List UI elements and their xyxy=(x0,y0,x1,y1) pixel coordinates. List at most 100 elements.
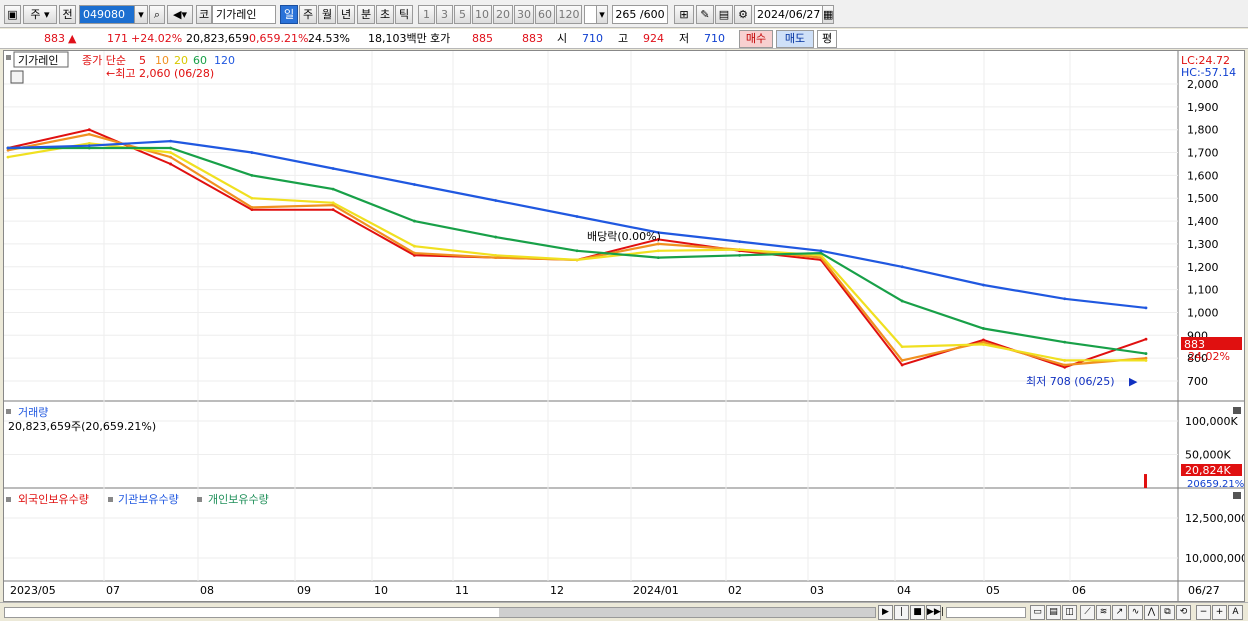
grid-lines xyxy=(4,51,1178,581)
hoga-label: 호가 xyxy=(430,32,451,45)
draw-tool-icon[interactable]: ✎ xyxy=(696,5,714,24)
code-prefix-button[interactable]: 코 xyxy=(196,5,212,24)
ma-point-5 xyxy=(1144,337,1148,341)
ma-point-60 xyxy=(413,219,416,223)
interval-120[interactable]: 120 xyxy=(556,5,582,24)
x-axis-tick: 06/27 xyxy=(1188,584,1220,597)
volume-title[interactable]: 거래량 xyxy=(18,406,48,419)
interval-5[interactable]: 5 xyxy=(454,5,471,24)
ma-point-10 xyxy=(250,205,254,209)
holding-legend-individual[interactable]: 개인보유수량 xyxy=(208,493,269,506)
horizontal-scroll-track[interactable] xyxy=(4,607,876,618)
count-display[interactable]: 265 /600 xyxy=(612,5,668,24)
prev-button[interactable]: 전 xyxy=(59,5,76,24)
scroll-play-button[interactable]: ▶ xyxy=(878,605,893,620)
ma-legend-label[interactable]: 종가 단순 xyxy=(82,54,126,67)
x-axis-tick: 05 xyxy=(986,584,1000,597)
table-icon[interactable] xyxy=(10,70,24,84)
zoom-out-icon[interactable]: − xyxy=(1196,605,1211,620)
text-size-icon[interactable]: A xyxy=(1228,605,1243,620)
price-y-tick: 1,800 xyxy=(1187,124,1219,137)
save-icon[interactable]: ▤ xyxy=(715,5,733,24)
ma-legend-20[interactable]: 20 xyxy=(174,54,188,67)
holding-legend-bullet-3 xyxy=(197,497,202,502)
ma-legend-5[interactable]: 5 xyxy=(139,54,146,67)
sell-button[interactable]: 매도 xyxy=(776,30,814,48)
interval-60[interactable]: 60 xyxy=(535,5,555,24)
ma-point-10 xyxy=(169,155,172,159)
volume-close-icon[interactable] xyxy=(1233,407,1241,414)
ma-point-10 xyxy=(87,132,91,136)
custom-interval-dropdown-icon[interactable]: ▾ xyxy=(596,5,608,24)
layout-icon-3[interactable]: ◫ xyxy=(1062,605,1077,620)
trend-tool-icon[interactable]: ↗ xyxy=(1112,605,1127,620)
layout-icon-1[interactable]: ▭ xyxy=(1030,605,1045,620)
gear-icon[interactable]: ⚙ xyxy=(734,5,752,24)
interval-20[interactable]: 20 xyxy=(493,5,513,24)
ma-point-20 xyxy=(656,249,660,253)
interval-3[interactable]: 3 xyxy=(436,5,453,24)
chart-area[interactable]: 2,000 1,900 1,800 1,700 1,600 1,500 1,400 1,300… xyxy=(3,50,1245,602)
period-tab-second[interactable]: 초 xyxy=(376,5,394,24)
line-tool-icon[interactable]: ⟋ xyxy=(1080,605,1095,620)
horizontal-scroll-thumb[interactable] xyxy=(499,608,875,617)
period-select[interactable]: 주 ▾ xyxy=(23,5,57,24)
period-tab-tick[interactable]: 틱 xyxy=(395,5,413,24)
ma-point-20 xyxy=(6,155,10,159)
ma-point-5 xyxy=(169,162,172,166)
code-dropdown-icon[interactable]: ▾ xyxy=(134,5,148,24)
copy-icon[interactable]: ⧉ xyxy=(1160,605,1175,620)
interval-30-label: 30 xyxy=(517,8,531,21)
layout-icon-2[interactable]: ▤ xyxy=(1046,605,1061,620)
period-tab-year[interactable]: 년 xyxy=(337,5,355,24)
x-axis-tick: 2023/05 xyxy=(10,584,56,597)
calendar-icon[interactable]: ▦ xyxy=(822,5,834,24)
stock-name-field[interactable]: 기가레인 xyxy=(212,5,276,24)
ma-legend-60[interactable]: 60 xyxy=(193,54,207,67)
interval-1[interactable]: 1 xyxy=(418,5,435,24)
period-tab-day[interactable]: 일 xyxy=(280,5,298,24)
interval-30[interactable]: 30 xyxy=(514,5,534,24)
x-axis-tick: 04 xyxy=(897,584,911,597)
ma-point-120 xyxy=(6,146,10,150)
stock-code-value: 049080 xyxy=(83,8,125,21)
price-change: 171 xyxy=(107,32,128,45)
ma-point-20 xyxy=(169,151,172,154)
volume-legend-bullet xyxy=(6,409,11,414)
period-tab-week[interactable]: 주 xyxy=(299,5,317,24)
buy-button-label: 매수 xyxy=(745,32,767,45)
ma-line-120 xyxy=(7,139,1147,309)
zoom-slider-track[interactable] xyxy=(946,607,1026,618)
scroll-last-button[interactable]: ▶▶| xyxy=(926,605,944,620)
zoom-in-icon[interactable]: + xyxy=(1212,605,1227,620)
sound-icon[interactable]: ◀▾ xyxy=(167,5,193,24)
price-y-tick: 1,500 xyxy=(1187,192,1219,205)
scroll-first-button[interactable]: |◀◀ xyxy=(894,605,909,621)
pattern-tool-icon[interactable]: ⋀ xyxy=(1144,605,1159,620)
crosshair-icon[interactable]: ⊞ xyxy=(674,5,694,24)
x-axis-tick: 08 xyxy=(200,584,214,597)
holding-legend-institution[interactable]: 기관보유수량 xyxy=(118,493,179,506)
fib-tool-icon[interactable]: ≋ xyxy=(1096,605,1111,620)
avg-button[interactable]: 평 xyxy=(817,30,837,48)
interval-10[interactable]: 10 xyxy=(472,5,492,24)
buy-button[interactable]: 매수 xyxy=(739,30,773,48)
holding-close-icon[interactable] xyxy=(1233,492,1241,499)
ma-legend-120[interactable]: 120 xyxy=(214,54,235,67)
search-icon[interactable]: ⌕ xyxy=(149,5,165,24)
chart-canvas[interactable]: 2,000 1,900 1,800 1,700 1,600 1,500 1,400 1,300… xyxy=(4,51,1244,601)
ma-point-60 xyxy=(656,256,660,260)
scroll-stop-button[interactable]: ■ xyxy=(910,605,925,620)
holding-legend-foreign[interactable]: 외국인보유수량 xyxy=(18,493,89,506)
price-y-tick: 700 xyxy=(1187,375,1208,388)
ma-point-60 xyxy=(982,327,985,330)
period-tab-minute[interactable]: 분 xyxy=(357,5,375,24)
period-tab-month[interactable]: 월 xyxy=(318,5,336,24)
ma-point-20 xyxy=(738,248,741,252)
link-icon[interactable]: ⟲ xyxy=(1176,605,1191,620)
wave-tool-icon[interactable]: ∿ xyxy=(1128,605,1143,620)
ma-point-60 xyxy=(575,249,579,253)
ma-legend-10[interactable]: 10 xyxy=(155,54,169,67)
stock-code-input[interactable]: 049080 xyxy=(79,5,135,24)
chart-menu-icon[interactable]: ▣ xyxy=(4,5,21,24)
